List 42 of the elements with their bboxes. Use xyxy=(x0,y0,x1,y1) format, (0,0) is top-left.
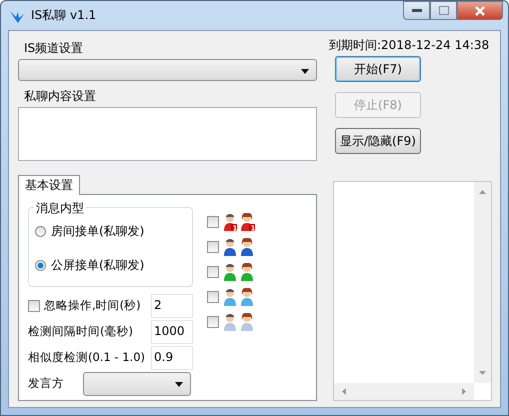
input-field[interactable]: 0.9 xyxy=(151,346,193,370)
setting-label: 发言方 xyxy=(28,376,65,391)
scrollbar[interactable] xyxy=(474,182,491,383)
checkbox[interactable] xyxy=(207,316,219,328)
radio-button[interactable] xyxy=(35,226,46,236)
group-label: 私聊内容设置 xyxy=(23,89,97,103)
action-button[interactable]: 显示/隐藏(F9) xyxy=(335,128,421,154)
input-field[interactable]: 2 xyxy=(151,294,193,318)
expiry-time: 到期时间:2018-12-24 14:38 xyxy=(329,37,490,54)
scroll-left-icon[interactable] xyxy=(342,388,346,395)
scroll-down-icon[interactable] xyxy=(479,371,486,375)
scrollbar[interactable] xyxy=(334,383,474,400)
scroll-up-icon[interactable] xyxy=(479,190,486,194)
setting-label: 检测间隔时间(毫秒) xyxy=(28,324,134,339)
checkbox[interactable] xyxy=(207,216,219,228)
caret-icon xyxy=(175,382,183,386)
tab[interactable]: 基本设置 xyxy=(18,175,80,195)
dropdown[interactable] xyxy=(83,372,191,396)
action-button[interactable]: 开始(F7) xyxy=(335,56,421,82)
channel-dropdown[interactable] xyxy=(18,59,317,81)
radio-button[interactable] xyxy=(35,260,46,270)
setting-label: 忽略操作,时间(秒) xyxy=(44,298,142,313)
radio-label: 房间接单(私聊发) xyxy=(51,222,144,240)
group-label: 消息内型 xyxy=(34,200,86,217)
minimize-icon xyxy=(412,8,422,12)
checkbox[interactable] xyxy=(28,300,40,312)
checkbox[interactable] xyxy=(207,240,219,252)
close-icon xyxy=(474,6,486,16)
input-field[interactable]: 1000 xyxy=(151,320,193,344)
message-textarea[interactable] xyxy=(18,107,317,161)
minimize-button[interactable] xyxy=(403,1,430,20)
window-title: IS私聊 v1.1 xyxy=(31,7,96,24)
caret-icon xyxy=(301,69,309,74)
checkbox[interactable] xyxy=(207,266,219,278)
maximize-button[interactable] xyxy=(430,1,457,20)
setting-label: 相似度检测(0.1 - 1.0) xyxy=(28,350,146,365)
checkbox[interactable] xyxy=(207,290,219,302)
maximize-icon xyxy=(438,6,448,15)
scroll-right-icon[interactable] xyxy=(462,388,466,395)
group-label: IS频道设置 xyxy=(23,41,84,55)
close-button[interactable] xyxy=(457,1,503,20)
radio-label: 公屏接单(私聊发) xyxy=(51,256,144,274)
